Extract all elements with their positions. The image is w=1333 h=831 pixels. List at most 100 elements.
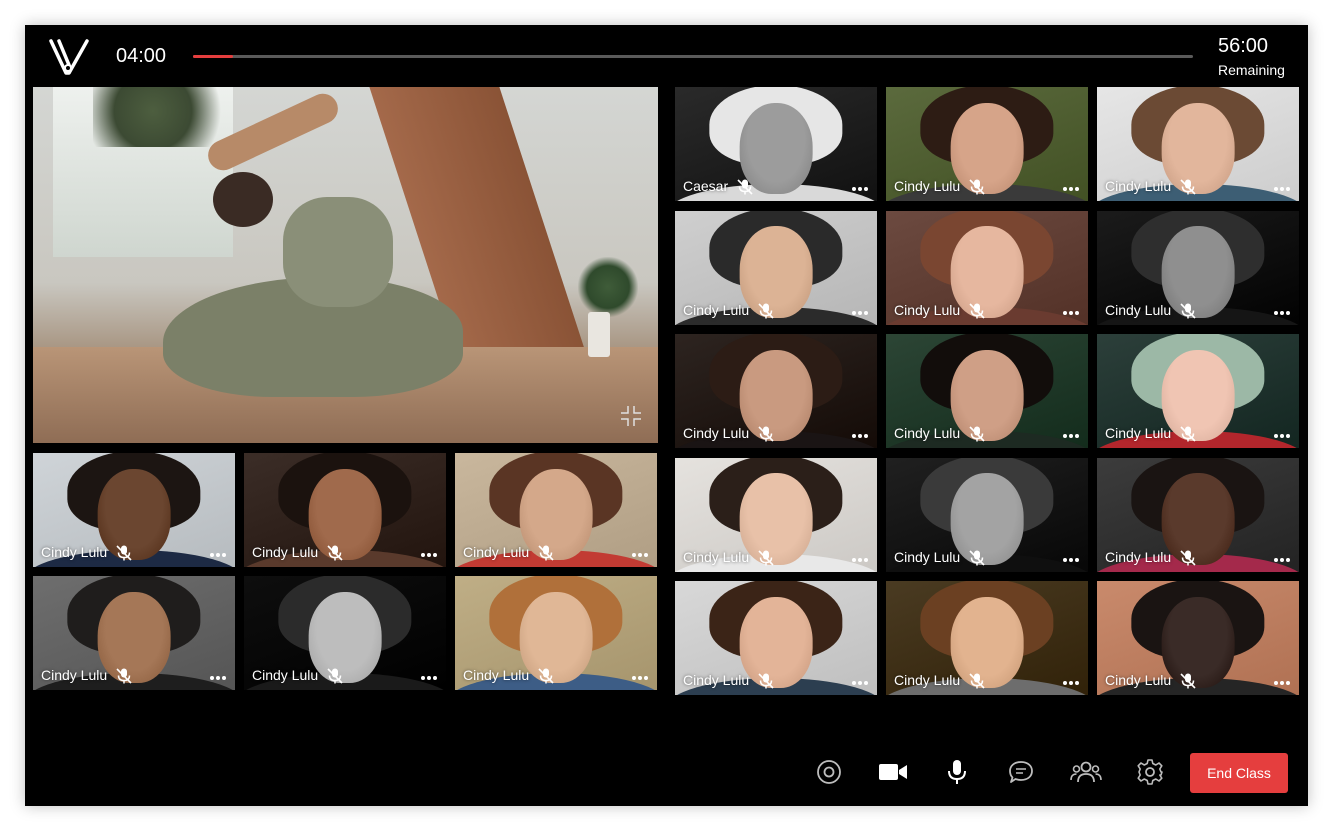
chat-icon[interactable] <box>1007 758 1035 786</box>
remaining-time: 56:00 <box>1218 35 1269 57</box>
more-icon[interactable] <box>631 552 649 558</box>
main-instructor-video[interactable] <box>33 87 658 443</box>
elapsed-time: 04:00 <box>116 45 167 67</box>
participant-tile[interactable]: Cindy Lulu <box>244 576 446 690</box>
participant-name: Cindy Lulu <box>1105 301 1172 318</box>
participant-tile[interactable]: Cindy Lulu <box>244 453 446 567</box>
mic-off-icon[interactable] <box>537 544 555 562</box>
class-progress-fill <box>193 55 233 58</box>
more-icon[interactable] <box>851 680 869 686</box>
participant-tile[interactable]: Cindy Lulu <box>675 334 877 448</box>
mic-off-icon[interactable] <box>757 549 775 567</box>
mic-off-icon[interactable] <box>968 302 986 320</box>
participant-tile[interactable]: Cindy Lulu <box>1097 87 1299 201</box>
mic-icon[interactable] <box>943 758 971 786</box>
participant-name: Cindy Lulu <box>683 301 750 318</box>
mic-off-icon[interactable] <box>968 425 986 443</box>
participant-video <box>950 349 1024 442</box>
mic-off-icon[interactable] <box>1179 425 1197 443</box>
more-icon[interactable] <box>420 675 438 681</box>
participant-tile[interactable]: Cindy Lulu <box>33 453 235 567</box>
mic-off-icon[interactable] <box>1179 178 1197 196</box>
more-icon[interactable] <box>1273 680 1291 686</box>
participant-video <box>950 226 1024 318</box>
participant-name: Cindy Lulu <box>252 667 319 683</box>
more-icon[interactable] <box>1062 680 1080 686</box>
participant-video <box>739 226 813 318</box>
more-icon[interactable] <box>209 675 227 681</box>
participant-name: Cindy Lulu <box>894 301 961 318</box>
participant-name: Cindy Lulu <box>41 667 108 683</box>
participant-tile[interactable]: Caesar <box>675 87 877 201</box>
mic-off-icon[interactable] <box>326 667 344 685</box>
more-icon[interactable] <box>1062 186 1080 192</box>
participant-video <box>1161 473 1235 565</box>
participant-tile[interactable]: Cindy Lulu <box>675 457 877 572</box>
more-icon[interactable] <box>1273 433 1291 439</box>
mic-off-icon[interactable] <box>115 667 133 685</box>
participant-video <box>519 468 593 561</box>
more-icon[interactable] <box>1062 557 1080 563</box>
more-icon[interactable] <box>631 675 649 681</box>
mic-off-icon[interactable] <box>326 544 344 562</box>
participant-tile[interactable]: Cindy Lulu <box>886 457 1088 572</box>
camera-icon[interactable] <box>878 758 908 786</box>
participant-name: Caesar <box>683 178 729 194</box>
participant-tile[interactable]: Cindy Lulu <box>886 210 1088 325</box>
more-icon[interactable] <box>1062 433 1080 439</box>
participant-tile[interactable]: Cindy Lulu <box>675 210 877 325</box>
record-icon[interactable] <box>815 758 843 786</box>
mic-off-icon[interactable] <box>1179 672 1197 690</box>
more-icon[interactable] <box>209 552 227 558</box>
mic-off-icon[interactable] <box>968 549 986 567</box>
mic-off-icon[interactable] <box>757 425 775 443</box>
class-window: 04:00 56:00 Remaining Cindy Lulu Cindy Lu… <box>25 25 1308 806</box>
participants-icon[interactable] <box>1070 758 1102 786</box>
mic-off-icon[interactable] <box>757 672 775 690</box>
participant-tile[interactable]: Cindy Lulu <box>675 581 877 695</box>
participant-video <box>97 468 171 561</box>
participant-tile[interactable]: Cindy Lulu <box>455 453 657 567</box>
participant-video <box>308 591 382 684</box>
participant-video <box>1161 349 1235 442</box>
more-icon[interactable] <box>851 310 869 316</box>
participant-name: Cindy Lulu <box>683 548 750 565</box>
participant-name: Cindy Lulu <box>894 178 961 194</box>
mic-off-icon[interactable] <box>736 178 754 196</box>
participant-tile[interactable]: Cindy Lulu <box>1097 581 1299 695</box>
more-icon[interactable] <box>851 433 869 439</box>
participant-tile[interactable]: Cindy Lulu <box>1097 210 1299 325</box>
participant-tile[interactable]: Cindy Lulu <box>886 581 1088 695</box>
settings-icon[interactable] <box>1136 758 1164 786</box>
mic-off-icon[interactable] <box>537 667 555 685</box>
end-class-button[interactable]: End Class <box>1190 753 1288 793</box>
participant-tile[interactable]: Cindy Lulu <box>886 334 1088 448</box>
mic-off-icon[interactable] <box>1179 549 1197 567</box>
participant-name: Cindy Lulu <box>683 672 750 688</box>
more-icon[interactable] <box>1273 186 1291 192</box>
mic-off-icon[interactable] <box>968 672 986 690</box>
participant-name: Cindy Lulu <box>463 544 530 560</box>
more-icon[interactable] <box>420 552 438 558</box>
participant-name: Cindy Lulu <box>252 544 319 560</box>
mic-off-icon[interactable] <box>968 178 986 196</box>
participant-tile[interactable]: Cindy Lulu <box>455 576 657 690</box>
participant-video <box>950 473 1024 565</box>
participant-video <box>1161 102 1235 195</box>
participant-name: Cindy Lulu <box>463 667 530 683</box>
participant-tile[interactable]: Cindy Lulu <box>1097 457 1299 572</box>
more-icon[interactable] <box>851 186 869 192</box>
more-icon[interactable] <box>1273 310 1291 316</box>
participant-video <box>739 349 813 442</box>
participant-tile[interactable]: Cindy Lulu <box>886 87 1088 201</box>
collapse-icon[interactable] <box>620 405 642 427</box>
participant-name: Cindy Lulu <box>1105 178 1172 194</box>
participant-tile[interactable]: Cindy Lulu <box>33 576 235 690</box>
participant-tile[interactable]: Cindy Lulu <box>1097 334 1299 448</box>
more-icon[interactable] <box>1062 310 1080 316</box>
mic-off-icon[interactable] <box>115 544 133 562</box>
more-icon[interactable] <box>1273 557 1291 563</box>
more-icon[interactable] <box>851 557 869 563</box>
mic-off-icon[interactable] <box>757 302 775 320</box>
mic-off-icon[interactable] <box>1179 302 1197 320</box>
